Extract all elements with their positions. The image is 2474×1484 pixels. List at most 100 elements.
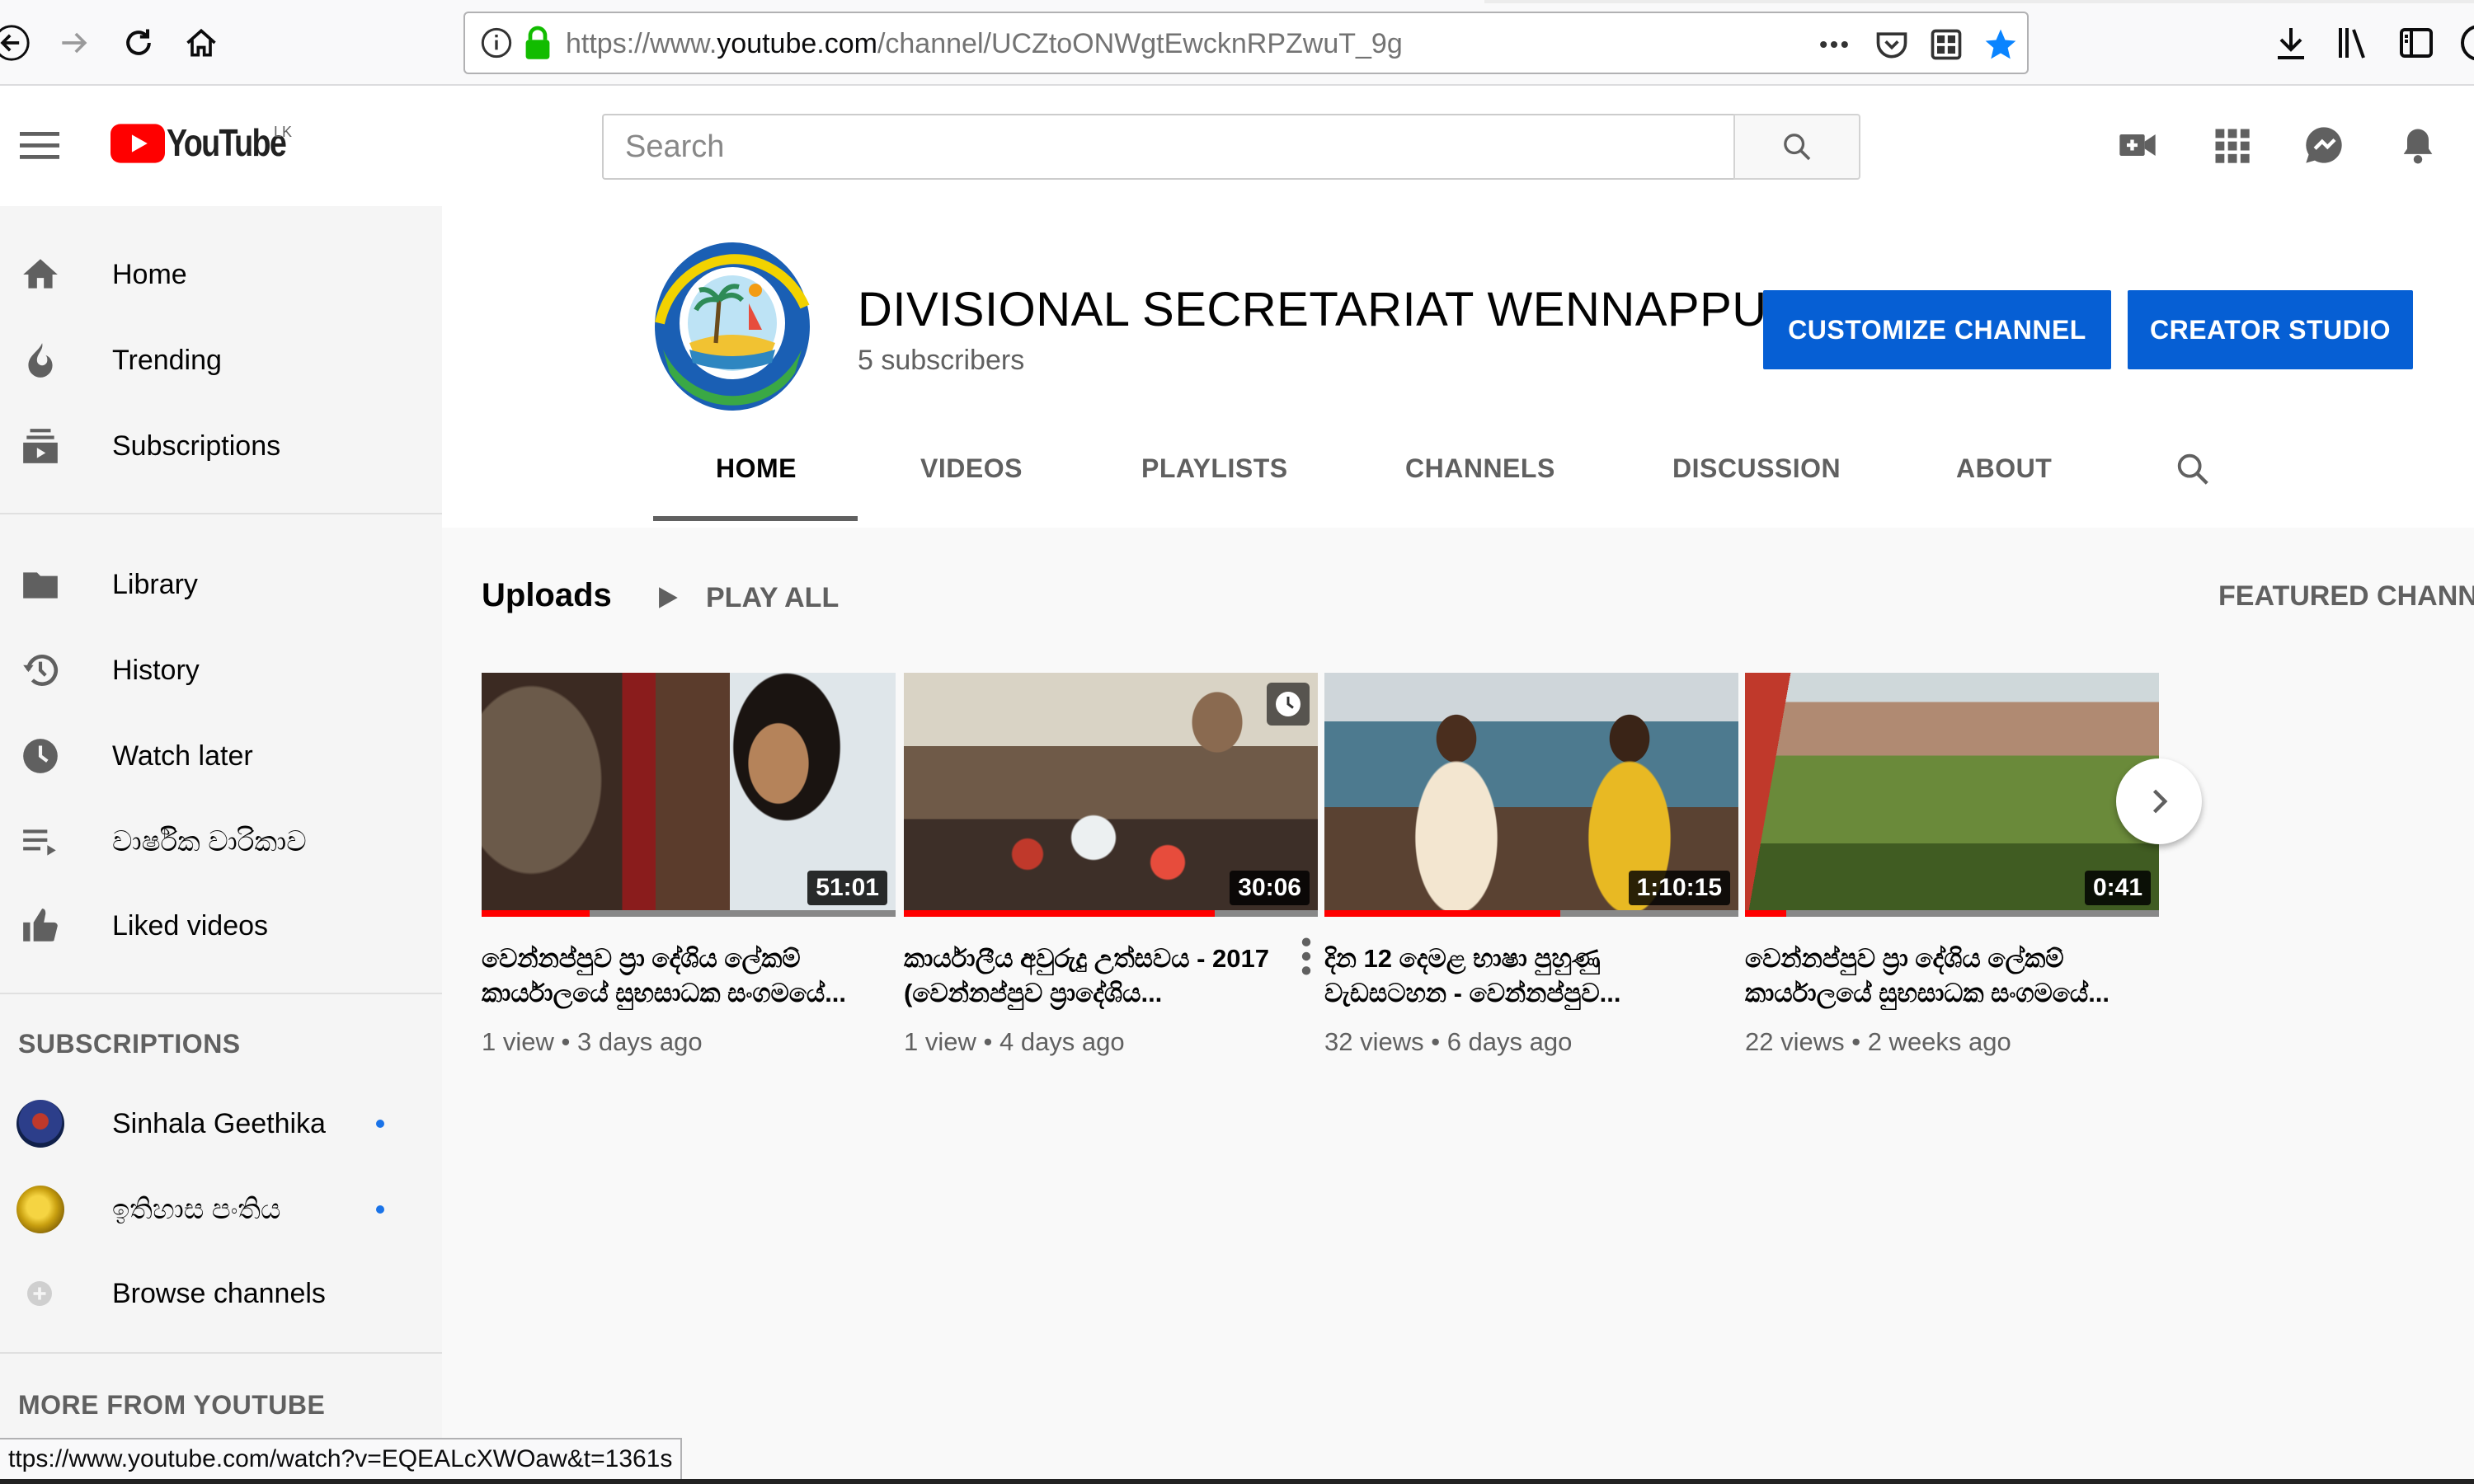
- sidebar-divider: [0, 993, 442, 994]
- library-icon: [23, 572, 58, 599]
- tab-about[interactable]: ABOUT: [1956, 453, 2052, 484]
- youtube-play-logo-icon[interactable]: [111, 124, 165, 163]
- downloads-icon[interactable]: [2271, 23, 2311, 63]
- info-icon[interactable]: [480, 26, 513, 59]
- add-circle-icon: [27, 1281, 52, 1306]
- sidebar-item-label: Subscriptions: [112, 430, 281, 462]
- upload-age: 6 days ago: [1446, 1027, 1573, 1056]
- channel-search-icon[interactable]: [2174, 450, 2212, 488]
- video-thumbnail[interactable]: 0:41: [1745, 673, 2159, 917]
- tab-home[interactable]: HOME: [716, 453, 797, 484]
- sidebar-item-liked-videos[interactable]: Liked videos: [0, 887, 442, 965]
- reload-button[interactable]: [114, 18, 163, 68]
- library-shelf-icon[interactable]: [2334, 23, 2373, 63]
- upload-age: 2 weeks ago: [1867, 1027, 2011, 1056]
- sidebar-item-playlist[interactable]: වාර්ෂික වාරිකාව: [0, 803, 442, 881]
- video-duration: 30:06: [1230, 871, 1310, 905]
- watch-later-button[interactable]: [1267, 683, 1310, 726]
- lock-icon[interactable]: [523, 25, 553, 61]
- url-path: /channel/UCZtoONWgtEwcknRPZwuT_9g: [877, 28, 1403, 59]
- video-duration: 51:01: [807, 871, 887, 905]
- notifications-bell-icon[interactable]: [2396, 124, 2439, 167]
- play-all-label: PLAY ALL: [706, 581, 840, 613]
- tab-discussion[interactable]: DISCUSSION: [1672, 453, 1841, 484]
- playlist-icon: [23, 829, 56, 856]
- shelf-next-button[interactable]: [2116, 758, 2202, 844]
- messages-icon[interactable]: [2302, 124, 2345, 167]
- back-button[interactable]: [0, 18, 36, 68]
- reload-icon: [126, 29, 151, 55]
- youtube-wordmark[interactable]: YouTube: [167, 120, 287, 165]
- sidebar-divider: [0, 513, 442, 514]
- more-actions-icon[interactable]: [1295, 935, 1318, 978]
- creator-studio-button[interactable]: CREATOR STUDIO: [2128, 290, 2413, 369]
- progress-track: [904, 910, 1318, 917]
- video-card[interactable]: 30:06 කාර්යාලීය අවුරුදු උත්සවය - 2017 (ව…: [904, 673, 1318, 1057]
- search-box: [602, 114, 1735, 180]
- subscription-item-ithihasa-panthiya[interactable]: ඉතිහාස පංතිය: [0, 1171, 442, 1248]
- tab-channels[interactable]: CHANNELS: [1405, 453, 1555, 484]
- channel-name: DIVISIONAL SECRETARIAT WENNAPPUWA: [858, 283, 1843, 336]
- featured-channels-heading: FEATURED CHANNEL: [2218, 580, 2474, 612]
- sidebar-toggle-icon[interactable]: [2396, 23, 2436, 63]
- video-duration: 1:10:15: [1628, 871, 1730, 905]
- sidebar-item-label: Library: [112, 568, 198, 600]
- page-actions-icon[interactable]: [1816, 26, 1852, 63]
- url-text[interactable]: https://www.youtube.com/channel/UCZtoONW…: [566, 28, 1403, 60]
- pocket-icon[interactable]: [1874, 26, 1910, 63]
- sidebar-item-label: Liked videos: [112, 909, 269, 942]
- sidebar-item-label: Trending: [112, 344, 222, 376]
- video-thumbnail[interactable]: 30:06: [904, 673, 1318, 917]
- url-domain: youtube.com: [717, 28, 877, 59]
- search-button[interactable]: [1733, 114, 1860, 180]
- video-thumbnail[interactable]: 51:01: [482, 673, 896, 917]
- watched-progress: [904, 910, 1215, 917]
- thumbs-up-icon: [23, 909, 58, 942]
- browse-channels-item[interactable]: Browse channels: [0, 1255, 442, 1332]
- apps-grid-icon[interactable]: [2210, 124, 2253, 167]
- video-title[interactable]: වෙන්නප්පුව ප්‍රා දේශිය ලේකම් කාර්යාලයේ ස…: [482, 942, 896, 1011]
- sidebar-item-library[interactable]: Library: [0, 546, 442, 623]
- video-duration: 0:41: [2084, 871, 2151, 905]
- hamburger-menu-icon[interactable]: [20, 129, 59, 162]
- video-card[interactable]: 51:01 වෙන්නප්පුව ප්‍රා දේශිය ලේකම් කාර්ය…: [482, 673, 896, 1057]
- play-icon: [659, 587, 678, 608]
- sidebar-item-home[interactable]: Home: [0, 236, 442, 313]
- play-all-button[interactable]: PLAY ALL: [653, 577, 839, 618]
- uploads-shelf-title[interactable]: Uploads: [482, 577, 612, 614]
- customize-channel-button[interactable]: CUSTOMIZE CHANNEL: [1763, 290, 2111, 369]
- progress-track: [1324, 910, 1738, 917]
- video-title[interactable]: කාර්යාලීය අවුරුදු උත්සවය - 2017 (වෙන්නප්…: [904, 942, 1318, 1011]
- home-button[interactable]: [176, 18, 226, 68]
- forward-button[interactable]: [49, 18, 99, 68]
- tab-playlists[interactable]: PLAYLISTS: [1141, 453, 1288, 484]
- guide-sidebar: Home Trending Subscriptions Library Hist…: [0, 206, 442, 1484]
- sidebar-item-subscriptions[interactable]: Subscriptions: [0, 407, 442, 485]
- tab-videos[interactable]: VIDEOS: [920, 453, 1023, 484]
- view-count: 22 views: [1745, 1027, 1845, 1056]
- home-icon: [23, 259, 58, 289]
- bookmark-star-icon[interactable]: [1982, 26, 2019, 63]
- history-icon: [23, 655, 58, 686]
- channel-avatar[interactable]: [653, 241, 811, 412]
- upload-age: 4 days ago: [999, 1027, 1125, 1056]
- subscription-item-sinhala-geethika[interactable]: Sinhala Geethika: [0, 1085, 442, 1162]
- search-input[interactable]: [604, 115, 1735, 178]
- video-title[interactable]: දින 12 දෙමළ භාෂා පුහුණු වැඩසටහන - වෙන්නප…: [1324, 942, 1738, 1011]
- sidebar-item-history[interactable]: History: [0, 632, 442, 709]
- youtube-masthead: YouTube LK: [0, 87, 2474, 206]
- video-card[interactable]: 0:41 වෙන්නප්පුව ප්‍රා දේශිය ලේකම් කාර්යා…: [1745, 673, 2159, 1057]
- channel-content: Uploads PLAY ALL FEATURED CHANNEL 51:01 …: [442, 528, 2474, 1484]
- account-icon[interactable]: [2459, 23, 2474, 63]
- sidebar-divider: [0, 1352, 442, 1354]
- country-code: LK: [274, 124, 293, 140]
- create-video-icon[interactable]: [2116, 124, 2159, 167]
- video-thumbnail[interactable]: 1:10:15: [1324, 673, 1738, 917]
- reader-view-icon[interactable]: [1928, 26, 1964, 63]
- avatar: [16, 1100, 64, 1148]
- video-title[interactable]: වෙන්නප්පුව ප්‍රා දේශිය ලේකම් කාර්යාලයේ ස…: [1745, 942, 2159, 1011]
- address-bar[interactable]: https://www.youtube.com/channel/UCZtoONW…: [463, 12, 2029, 74]
- sidebar-item-trending[interactable]: Trending: [0, 322, 442, 399]
- sidebar-item-watch-later[interactable]: Watch later: [0, 717, 442, 795]
- video-card[interactable]: 1:10:15 දින 12 දෙමළ භාෂා පුහුණු වැඩසටහන …: [1324, 673, 1738, 1057]
